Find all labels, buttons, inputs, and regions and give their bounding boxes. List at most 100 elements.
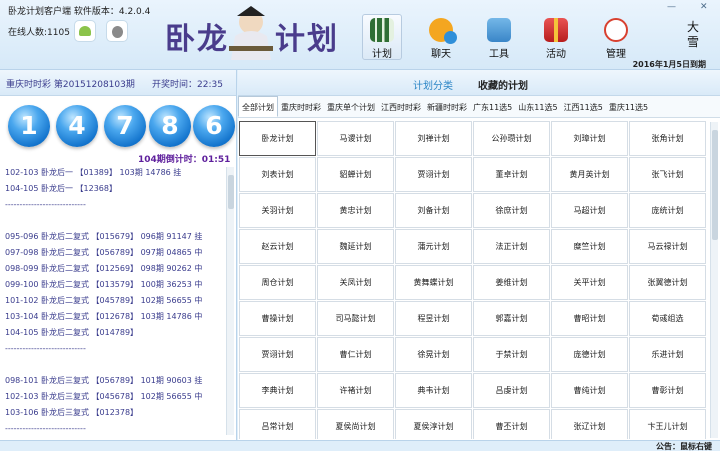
plan-cell[interactable]: 徐晃计划 bbox=[395, 337, 472, 372]
chat-icon bbox=[429, 18, 457, 44]
apple-icon[interactable] bbox=[106, 20, 128, 42]
history-scrollbar[interactable] bbox=[226, 167, 234, 435]
lottery-tab[interactable]: 重庆11选5 bbox=[606, 97, 651, 118]
plan-cell[interactable]: 贾诩计划 bbox=[239, 337, 316, 372]
title-bar: 卧龙计划客户端 软件版本：4.2.0.4 在线人数:1105 卧龙 计划 计划 … bbox=[0, 0, 720, 70]
lottery-tab[interactable]: 江西时时彩 bbox=[378, 97, 424, 118]
history-line: 103-104 卧龙后二复式 【012678】 103期 14786 中 bbox=[5, 312, 203, 321]
plan-cell[interactable]: 黄月英计划 bbox=[551, 157, 628, 192]
plan-cell[interactable]: 荀彧组选 bbox=[629, 301, 706, 336]
plan-cell[interactable]: 关平计划 bbox=[551, 265, 628, 300]
plan-cell[interactable]: 关凤计划 bbox=[317, 265, 394, 300]
plan-tabs: 计划分类 收藏的计划 bbox=[238, 70, 720, 96]
plan-cell[interactable]: 马超计划 bbox=[551, 193, 628, 228]
plan-cell[interactable]: 张翼德计划 bbox=[629, 265, 706, 300]
plan-cell[interactable]: 姜维计划 bbox=[473, 265, 550, 300]
plan-cell[interactable]: 曹丕计划 bbox=[473, 409, 550, 439]
lottery-tab[interactable]: 新疆时时彩 bbox=[424, 97, 470, 118]
plan-grid-scrollbar[interactable] bbox=[710, 122, 718, 438]
plan-cell[interactable]: 曹仁计划 bbox=[317, 337, 394, 372]
plan-cell[interactable]: 张角计划 bbox=[629, 121, 706, 156]
expiry-date: 2016年1月5日到期 bbox=[632, 60, 706, 69]
toolbar-plan-button[interactable]: 计划 bbox=[362, 14, 402, 60]
lottery-tab[interactable]: 江西11选5 bbox=[561, 97, 606, 118]
history-line: 097-098 卧龙后二复式 【056789】 097期 04865 中 bbox=[5, 248, 203, 257]
plan-cell[interactable]: 刘禅计划 bbox=[395, 121, 472, 156]
history-line: 102-103 卧龙后三复式 【045678】 102期 56655 中 bbox=[5, 392, 203, 401]
plan-cell[interactable]: 刘璋计划 bbox=[551, 121, 628, 156]
plan-cell[interactable]: 黄忠计划 bbox=[317, 193, 394, 228]
plan-cell[interactable]: 许褚计划 bbox=[317, 373, 394, 408]
history-line: 102-103 卧龙后一 【01389】 103期 14786 挂 bbox=[5, 168, 182, 177]
plan-cell[interactable]: 刘备计划 bbox=[395, 193, 472, 228]
minimize-icon[interactable]: — bbox=[667, 2, 676, 12]
toolbar-activity-button[interactable]: 活动 bbox=[536, 18, 576, 60]
plan-cell[interactable]: 典韦计划 bbox=[395, 373, 472, 408]
plan-history-list: 102-103 卧龙后一 【01389】 103期 14786 挂 104-105… bbox=[0, 165, 226, 440]
history-line: 098-099 卧龙后二复式 【012569】 098期 90262 中 bbox=[5, 264, 203, 273]
plan-cell[interactable]: 程昱计划 bbox=[395, 301, 472, 336]
plan-cell[interactable]: 周仓计划 bbox=[239, 265, 316, 300]
plan-cell[interactable]: 貂蝉计划 bbox=[317, 157, 394, 192]
plan-cell[interactable]: 卞王儿计划 bbox=[629, 409, 706, 439]
plan-cell[interactable]: 庞统计划 bbox=[629, 193, 706, 228]
plan-grid: 卧龙计划 马谡计划 刘禅计划 公孙瓒计划 刘璋计划 张角计划 刘表计划 貂蝉计划 贾诩计划 董卓计… bbox=[239, 121, 709, 439]
plan-cell[interactable]: 乐进计划 bbox=[629, 337, 706, 372]
plan-icon bbox=[370, 18, 394, 42]
plan-cell[interactable]: 蒲元计划 bbox=[395, 229, 472, 264]
close-icon[interactable]: ✕ bbox=[700, 2, 708, 12]
lottery-tab[interactable]: 广东11选5 bbox=[470, 97, 515, 118]
android-icon[interactable] bbox=[74, 20, 96, 42]
toolbar-tools-button[interactable]: 工具 bbox=[479, 18, 519, 60]
history-line bbox=[0, 213, 226, 229]
plan-cell[interactable]: 卧龙计划 bbox=[239, 121, 316, 156]
draw-open-time: 开奖时间：22:35 bbox=[152, 80, 223, 90]
result-ball: 1 bbox=[8, 105, 50, 147]
lottery-tabs: 全部计划 重庆时时彩 重庆单个计划 江西时时彩 新疆时时彩 广东11选5 山东11选5 江西1… bbox=[238, 96, 720, 118]
plan-cell[interactable]: 马谡计划 bbox=[317, 121, 394, 156]
window-title: 卧龙计划客户端 软件版本：4.2.0.4 bbox=[8, 7, 151, 17]
plan-cell[interactable]: 张飞计划 bbox=[629, 157, 706, 192]
online-count: 在线人数:1105 bbox=[8, 28, 70, 38]
plan-cell[interactable]: 于禁计划 bbox=[473, 337, 550, 372]
lottery-tab[interactable]: 重庆单个计划 bbox=[324, 97, 378, 118]
plan-cell[interactable]: 曹彰计划 bbox=[629, 373, 706, 408]
tab-favorites[interactable]: 收藏的计划 bbox=[478, 77, 528, 92]
plan-cell[interactable]: 司马懿计划 bbox=[317, 301, 394, 336]
toolbar-manage-button[interactable]: 管理 bbox=[596, 18, 636, 60]
plan-cell[interactable]: 徐庶计划 bbox=[473, 193, 550, 228]
history-line: 101-102 卧龙后二复式 【045789】 102期 56655 中 bbox=[5, 296, 203, 305]
plan-cell[interactable]: 郭嘉计划 bbox=[473, 301, 550, 336]
history-line: 099-100 卧龙后二复式 【013579】 100期 36253 中 bbox=[5, 280, 203, 289]
countdown-timer: 104期倒计时：01:51 bbox=[138, 155, 231, 165]
plan-cell[interactable]: 马云禄计划 bbox=[629, 229, 706, 264]
plan-cell[interactable]: 曹操计划 bbox=[239, 301, 316, 336]
tab-plan-category[interactable]: 计划分类 bbox=[413, 77, 453, 92]
lottery-tab[interactable]: 重庆时时彩 bbox=[278, 97, 324, 118]
plan-cell[interactable]: 黄舞蝶计划 bbox=[395, 265, 472, 300]
plan-cell[interactable]: 赵云计划 bbox=[239, 229, 316, 264]
plan-cell[interactable]: 庞德计划 bbox=[551, 337, 628, 372]
plan-cell[interactable]: 吕常计划 bbox=[239, 409, 316, 439]
lottery-tab[interactable]: 全部计划 bbox=[238, 96, 278, 117]
history-line: ---------------------------- bbox=[5, 424, 86, 433]
plan-cell[interactable]: 吕虔计划 bbox=[473, 373, 550, 408]
plan-cell[interactable]: 董卓计划 bbox=[473, 157, 550, 192]
toolbar-chat-button[interactable]: 聊天 bbox=[421, 18, 461, 60]
toolbox-icon bbox=[487, 18, 511, 42]
plan-cell[interactable]: 关羽计划 bbox=[239, 193, 316, 228]
lottery-tab[interactable]: 山东11选5 bbox=[515, 97, 560, 118]
plan-cell[interactable]: 法正计划 bbox=[473, 229, 550, 264]
plan-cell[interactable]: 夏侯尚计划 bbox=[317, 409, 394, 439]
plan-cell[interactable]: 贾诩计划 bbox=[395, 157, 472, 192]
plan-cell[interactable]: 刘表计划 bbox=[239, 157, 316, 192]
plan-cell[interactable]: 糜竺计划 bbox=[551, 229, 628, 264]
plan-cell[interactable]: 曹纯计划 bbox=[551, 373, 628, 408]
plan-cell[interactable]: 曹昭计划 bbox=[551, 301, 628, 336]
plan-cell[interactable]: 李典计划 bbox=[239, 373, 316, 408]
plan-cell[interactable]: 夏侯淳计划 bbox=[395, 409, 472, 439]
plan-cell[interactable]: 公孙瓒计划 bbox=[473, 121, 550, 156]
history-line: ---------------------------- bbox=[5, 200, 86, 209]
plan-cell[interactable]: 魏延计划 bbox=[317, 229, 394, 264]
plan-cell[interactable]: 张辽计划 bbox=[551, 409, 628, 439]
